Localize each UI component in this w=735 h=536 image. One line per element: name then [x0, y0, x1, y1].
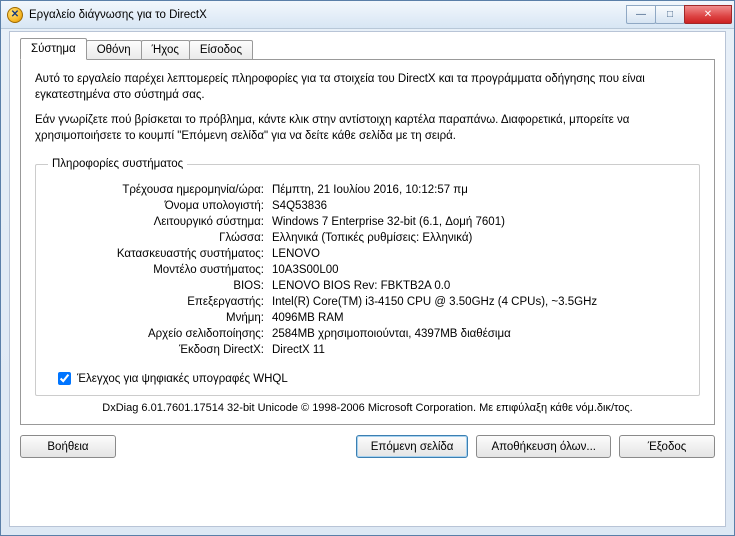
- value-os: Windows 7 Enterprise 32-bit (6.1, Δομή 7…: [268, 214, 687, 230]
- button-row: Βοήθεια Επόμενη σελίδα Αποθήκευση όλων..…: [20, 435, 715, 458]
- next-page-button-label: Επόμενη σελίδα: [371, 441, 454, 453]
- value-mfr: LENOVO: [268, 246, 687, 262]
- label-os: Λειτουργικό σύστημα:: [48, 214, 268, 230]
- label-computer: Όνομα υπολογιστή:: [48, 198, 268, 214]
- label-mem: Μνήμη:: [48, 310, 268, 326]
- row-model: Μοντέλο συστήματος: 10A3S00L00: [48, 262, 687, 278]
- tab-panel-system: Αυτό το εργαλείο παρέχει λεπτομερείς πλη…: [20, 59, 715, 425]
- client-area: Σύστημα Οθόνη Ήχος Είσοδος Αυτό το εργαλ…: [9, 31, 726, 527]
- tab-system[interactable]: Σύστημα: [20, 38, 87, 60]
- row-lang: Γλώσσα: Ελληνικά (Τοπικές ρυθμίσεις: Ελλ…: [48, 230, 687, 246]
- minimize-button[interactable]: —: [626, 5, 656, 24]
- tab-display[interactable]: Οθόνη: [86, 40, 142, 60]
- group-legend: Πληροφορίες συστήματος: [48, 158, 187, 170]
- maximize-button[interactable]: □: [655, 5, 685, 24]
- dxdiag-window: ✕ Εργαλείο διάγνωσης για το DirectX — □ …: [0, 0, 735, 536]
- value-mem: 4096MB RAM: [268, 310, 687, 326]
- tab-label: Οθόνη: [97, 44, 131, 56]
- value-datetime: Πέμπτη, 21 Ιουλίου 2016, 10:12:57 πμ: [268, 182, 687, 198]
- label-pagefile: Αρχείο σελιδοποίησης:: [48, 326, 268, 342]
- tab-label: Σύστημα: [31, 43, 76, 55]
- label-mfr: Κατασκευαστής συστήματος:: [48, 246, 268, 262]
- value-bios: LENOVO BIOS Rev: FBKTB2A 0.0: [268, 278, 687, 294]
- tab-label: Ήχος: [152, 44, 179, 56]
- value-model: 10A3S00L00: [268, 262, 687, 278]
- row-computer: Όνομα υπολογιστή: S4Q53836: [48, 198, 687, 214]
- help-button-label: Βοήθεια: [47, 441, 88, 453]
- exit-button-label: Έξοδος: [648, 441, 687, 453]
- label-model: Μοντέλο συστήματος:: [48, 262, 268, 278]
- value-pagefile: 2584MB χρησιμοποιούνται, 4397MB διαθέσιμ…: [268, 326, 687, 342]
- tabstrip: Σύστημα Οθόνη Ήχος Είσοδος: [20, 40, 715, 60]
- value-dxver: DirectX 11: [268, 342, 687, 358]
- titlebar[interactable]: ✕ Εργαλείο διάγνωσης για το DirectX — □ …: [1, 1, 734, 29]
- window-title: Εργαλείο διάγνωσης για το DirectX: [29, 9, 627, 21]
- info-rows: Τρέχουσα ημερομηνία/ώρα: Πέμπτη, 21 Ιουλ…: [48, 182, 687, 358]
- label-dxver: Έκδοση DirectX:: [48, 342, 268, 358]
- row-pagefile: Αρχείο σελιδοποίησης: 2584MB χρησιμοποιο…: [48, 326, 687, 342]
- whql-label: Έλεγχος για ψηφιακές υπογραφές WHQL: [77, 373, 288, 385]
- save-all-button-label: Αποθήκευση όλων...: [491, 441, 596, 453]
- row-bios: BIOS: LENOVO BIOS Rev: FBKTB2A 0.0: [48, 278, 687, 294]
- row-mfr: Κατασκευαστής συστήματος: LENOVO: [48, 246, 687, 262]
- value-computer: S4Q53836: [268, 198, 687, 214]
- row-os: Λειτουργικό σύστημα: Windows 7 Enterpris…: [48, 214, 687, 230]
- label-datetime: Τρέχουσα ημερομηνία/ώρα:: [48, 182, 268, 198]
- save-all-button[interactable]: Αποθήκευση όλων...: [476, 435, 611, 458]
- footer-text: DxDiag 6.01.7601.17514 32-bit Unicode © …: [35, 402, 700, 414]
- whql-checkbox[interactable]: [58, 372, 71, 385]
- label-cpu: Επεξεργαστής:: [48, 294, 268, 310]
- tab-input[interactable]: Είσοδος: [189, 40, 253, 60]
- tab-label: Είσοδος: [200, 44, 242, 56]
- label-lang: Γλώσσα:: [48, 230, 268, 246]
- value-lang: Ελληνικά (Τοπικές ρυθμίσεις: Ελληνικά): [268, 230, 687, 246]
- intro-text-1: Αυτό το εργαλείο παρέχει λεπτομερείς πλη…: [35, 72, 700, 103]
- row-cpu: Επεξεργαστής: Intel(R) Core(TM) i3-4150 …: [48, 294, 687, 310]
- label-bios: BIOS:: [48, 278, 268, 294]
- value-cpu: Intel(R) Core(TM) i3-4150 CPU @ 3.50GHz …: [268, 294, 687, 310]
- dxdiag-icon: ✕: [7, 7, 23, 23]
- system-info-group: Πληροφορίες συστήματος Τρέχουσα ημερομην…: [35, 158, 700, 396]
- whql-checkbox-row[interactable]: Έλεγχος για ψηφιακές υπογραφές WHQL: [58, 372, 687, 385]
- close-button[interactable]: ✕: [684, 5, 732, 24]
- tab-sound[interactable]: Ήχος: [141, 40, 190, 60]
- next-page-button[interactable]: Επόμενη σελίδα: [356, 435, 469, 458]
- row-datetime: Τρέχουσα ημερομηνία/ώρα: Πέμπτη, 21 Ιουλ…: [48, 182, 687, 198]
- help-button[interactable]: Βοήθεια: [20, 435, 116, 458]
- exit-button[interactable]: Έξοδος: [619, 435, 715, 458]
- intro-text-2: Εάν γνωρίζετε πού βρίσκεται το πρόβλημα,…: [35, 113, 700, 144]
- row-dxver: Έκδοση DirectX: DirectX 11: [48, 342, 687, 358]
- row-mem: Μνήμη: 4096MB RAM: [48, 310, 687, 326]
